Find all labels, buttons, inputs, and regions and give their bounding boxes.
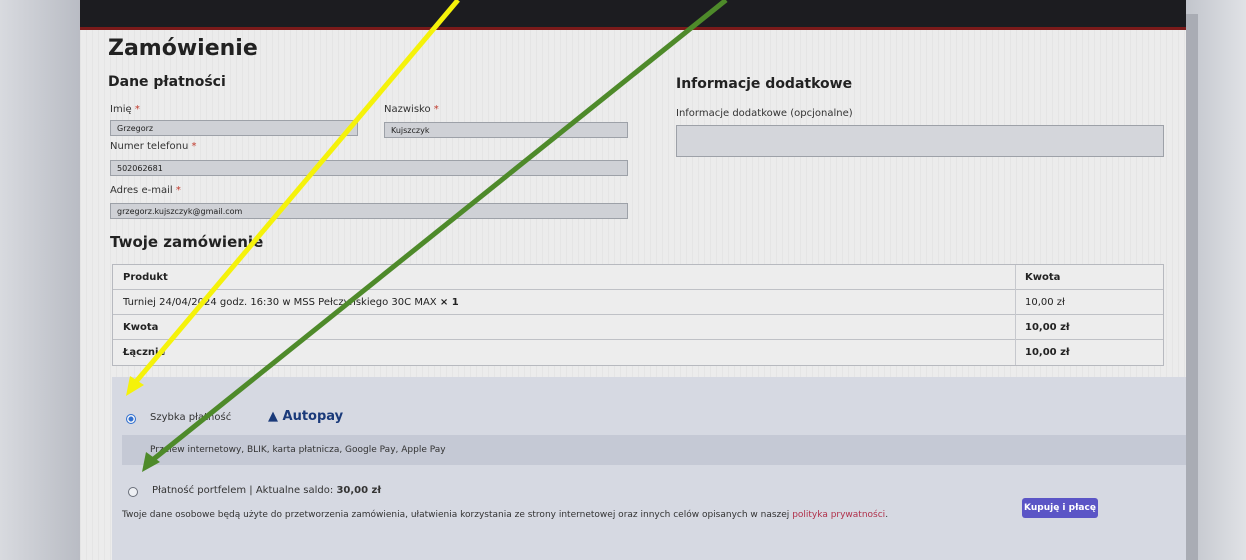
autopay-logo: ▲ Autopay	[268, 409, 344, 424]
first-name-input[interactable]: Grzegorz	[110, 120, 358, 136]
wallet-payment-radio[interactable]	[128, 487, 138, 497]
subtotal-label: Kwota	[123, 322, 159, 333]
fast-payment-radio[interactable]	[126, 414, 136, 424]
additional-section-title: Informacje dodatkowe	[676, 76, 853, 92]
wallet-payment-label[interactable]: Płatność portfelem | Aktualne saldo: 30,…	[152, 485, 381, 496]
total-row: Łącznie 10,00 zł	[113, 340, 1163, 365]
product-amount: 10,00 zł	[1025, 297, 1065, 308]
total-amount: 10,00 zł	[1025, 347, 1070, 358]
total-label: Łącznie	[123, 347, 166, 358]
privacy-consent-text: Twoje dane osobowe będą użyte do przetwo…	[122, 510, 889, 520]
order-summary-title: Twoje zamówienie	[110, 233, 264, 251]
background-left	[0, 0, 80, 560]
fast-payment-label[interactable]: Szybka płatność	[150, 412, 231, 423]
payment-section: Szybka płatność ▲ Autopay Przelew intern…	[112, 377, 1186, 560]
table-row: Turniej 24/04/2024 godz. 16:30 w MSS Peł…	[113, 290, 1163, 315]
product-name: Turniej 24/04/2024 godz. 16:30 w MSS Peł…	[123, 297, 459, 308]
email-input[interactable]: grzegorz.kujszczyk@gmail.com	[110, 203, 628, 219]
table-header-row: Produkt Kwota	[113, 265, 1163, 290]
last-name-label: Nazwisko *	[384, 104, 439, 115]
subtotal-row: Kwota 10,00 zł	[113, 315, 1163, 340]
billing-section-title: Dane płatności	[108, 74, 226, 90]
checkout-page: Zamówienie Dane płatności Informacje dod…	[80, 30, 1186, 560]
subtotal-amount: 10,00 zł	[1025, 322, 1070, 333]
payment-methods-text: Przelew internetowy, BLIK, karta płatnic…	[150, 445, 446, 455]
order-summary-table: Produkt Kwota Turniej 24/04/2024 godz. 1…	[112, 264, 1164, 366]
first-name-label: Imię *	[110, 104, 140, 115]
amount-column-header: Kwota	[1025, 272, 1061, 283]
privacy-policy-link[interactable]: polityka prywatności	[792, 510, 885, 520]
payment-methods-bar: Przelew internetowy, BLIK, karta płatnic…	[122, 435, 1186, 465]
notes-textarea[interactable]	[676, 125, 1164, 157]
buy-and-pay-button[interactable]: Kupuję i płacę	[1022, 498, 1098, 518]
email-label: Adres e-mail *	[110, 185, 181, 196]
phone-input[interactable]: 502062681	[110, 160, 628, 176]
notes-label: Informacje dodatkowe (opcjonalne)	[676, 108, 853, 119]
phone-label: Numer telefonu *	[110, 141, 197, 152]
site-header-bar	[80, 0, 1186, 30]
last-name-input[interactable]: Kujszczyk	[384, 122, 628, 138]
page-edge	[1186, 14, 1198, 560]
page-title: Zamówienie	[108, 36, 258, 61]
product-column-header: Produkt	[123, 272, 168, 283]
